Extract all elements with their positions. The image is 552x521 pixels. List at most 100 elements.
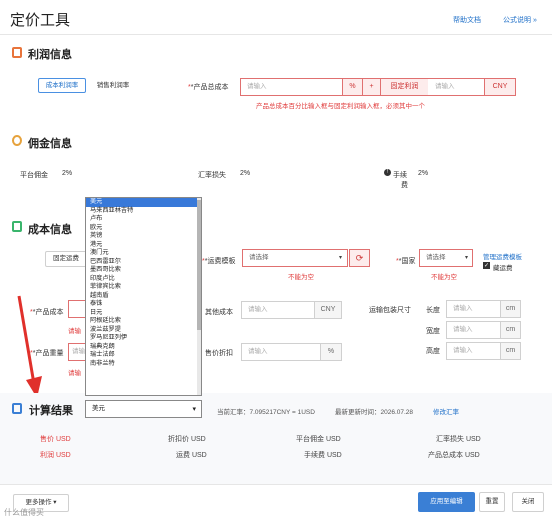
include-freight-checkbox[interactable]: ✓ <box>483 262 490 269</box>
other-cost-cny-addon: CNY <box>314 302 341 318</box>
commission-icon <box>12 135 22 146</box>
fee-value: 2% <box>418 170 429 177</box>
platform-commission-label: 平台佣金 <box>20 172 48 179</box>
currency-option[interactable]: 罗马尼亚列伊 <box>86 334 201 343</box>
shipping-template-error: 不能为空 <box>288 274 314 281</box>
fx-loss-value: 2% <box>240 170 251 177</box>
country-select[interactable]: 请选择 ▾ <box>419 249 473 267</box>
result-total-cost-usd: 产品总成本 USD <box>428 452 480 459</box>
result-discount-price-usd: 折扣价 USD <box>168 436 206 443</box>
currency-option[interactable]: 马来西亚林吉特 <box>86 207 201 216</box>
total-cost-label: **产品总成本 <box>188 84 229 91</box>
fx-loss-label: 汇率损失 <box>198 172 226 179</box>
currency-option[interactable]: 印度卢比 <box>86 275 201 284</box>
currency-option[interactable]: 美元 <box>86 198 201 207</box>
help-docs-link[interactable]: 帮助文档 <box>453 15 481 25</box>
width-cm-addon: cm <box>500 322 520 338</box>
other-cost-input[interactable]: 请输入 CNY <box>241 301 342 319</box>
product-weight-error: 请输 <box>68 370 81 377</box>
manage-shipping-template-link[interactable]: 管理运费模板 <box>483 251 522 261</box>
currency-option[interactable]: 瑞典克朗 <box>86 343 201 352</box>
currency-option[interactable]: 英镑 <box>86 232 201 241</box>
currency-option[interactable]: 欧元 <box>86 224 201 233</box>
refresh-icon[interactable]: ⟳ <box>349 249 370 267</box>
result-profit-usd: 利润 USD <box>40 452 71 459</box>
result-platform-commission-usd: 平台佣金 USD <box>296 436 341 443</box>
width-input[interactable]: 请输入 cm <box>446 321 521 339</box>
cost-section-title: 成本信息 <box>28 224 72 236</box>
profit-section-title: 利润信息 <box>28 49 72 61</box>
total-cost-percent-input[interactable]: 请输入 <box>241 79 341 95</box>
chevron-down-icon: ▾ <box>338 255 342 261</box>
currency-option[interactable]: 巴西雷亚尔 <box>86 258 201 267</box>
apply-to-edit-button[interactable]: 应用至编辑 <box>418 492 475 512</box>
currency-option[interactable]: 瑞士法郎 <box>86 351 201 360</box>
country-label: **国家 <box>396 258 416 265</box>
platform-commission-value: 2% <box>62 170 73 177</box>
updated-time-text: 最新更新时间：2026.07.28 <box>335 409 414 416</box>
footer-divider <box>0 484 552 485</box>
currency-option[interactable]: 卢布 <box>86 215 201 224</box>
profit-icon <box>12 47 22 58</box>
currency-option[interactable]: 港元 <box>86 241 201 250</box>
discount-percent-addon: % <box>320 344 341 360</box>
info-icon[interactable]: ! <box>384 169 391 176</box>
currency-option[interactable]: 泰铢 <box>86 300 201 309</box>
package-size-label: 运输包装尺寸 <box>369 307 411 314</box>
cny-addon: CNY <box>484 79 515 95</box>
currency-option[interactable]: 南非兰特 <box>86 360 201 369</box>
arrow-annotation-icon <box>17 295 42 398</box>
formula-link[interactable]: 公式说明 » <box>503 15 537 25</box>
shipping-template-select[interactable]: 请选择 ▾ <box>242 249 348 267</box>
fixed-profit-addon: 固定利润 <box>380 79 428 95</box>
currency-option[interactable]: 墨西哥比索 <box>86 266 201 275</box>
height-label: 高度 <box>426 348 440 355</box>
currency-option[interactable]: 阿根廷比索 <box>86 317 201 326</box>
cost-icon <box>12 221 22 232</box>
plus-addon: + <box>362 79 380 95</box>
length-label: 长度 <box>426 307 440 314</box>
total-cost-group: 请输入 % + 固定利润 请输入 CNY <box>240 78 516 96</box>
length-cm-addon: cm <box>500 301 520 317</box>
profit-error-message: 产品总成本百分比输入框与固定利润输入框，必须其中一个 <box>256 103 425 110</box>
commission-section-title: 佣金信息 <box>28 138 72 150</box>
currency-select[interactable]: 美元 ▾ <box>85 400 202 418</box>
result-fee-usd: 手续费 USD <box>304 452 342 459</box>
fixed-profit-input[interactable]: 请输入 <box>429 79 484 95</box>
height-cm-addon: cm <box>500 343 520 359</box>
result-fx-loss-usd: 汇率损失 USD <box>436 436 481 443</box>
reset-button[interactable]: 重置 <box>479 492 505 512</box>
result-price-usd: 售价 USD <box>40 436 71 443</box>
length-input[interactable]: 请输入 cm <box>446 300 521 318</box>
close-button[interactable]: 关闭 <box>512 492 544 512</box>
watermark: 什么值得买 <box>4 508 44 517</box>
currency-option[interactable]: 波兰兹罗提 <box>86 326 201 335</box>
shipping-template-label: **运费模板 <box>202 258 236 265</box>
fee-label: 手续费 <box>393 172 408 189</box>
currency-option[interactable]: 日元 <box>86 309 201 318</box>
currency-option[interactable]: 越南盾 <box>86 292 201 301</box>
width-label: 宽度 <box>426 328 440 335</box>
result-shipping-usd: 运费 USD <box>176 452 207 459</box>
result-section-title: 计算结果 <box>29 405 73 417</box>
page-title: 定价工具 <box>10 12 71 29</box>
tab-sales-profit-rate[interactable]: 销售利润率 <box>88 78 138 93</box>
height-input[interactable]: 请输入 cm <box>446 342 521 360</box>
dropdown-scroll-thumb[interactable] <box>197 200 201 330</box>
currency-dropdown-list[interactable]: 美元 马来西亚林吉特 卢布 欧元 英镑 港元 澳门元 巴西雷亚尔 墨西哥比索 印度卢比 菲律宾比索越… <box>85 197 202 396</box>
result-icon <box>12 403 22 414</box>
fixed-shipping-button[interactable]: 固定运费 <box>45 251 87 267</box>
chevron-down-icon: ▾ <box>192 406 196 413</box>
product-cost-error: 请输 <box>68 328 81 335</box>
currency-option[interactable]: 菲律宾比索 <box>86 283 201 292</box>
include-freight-label: 藏运费 <box>493 265 513 272</box>
other-cost-label: 其他成本 <box>205 309 233 316</box>
modify-rate-link[interactable]: 修改汇率 <box>433 406 459 416</box>
currency-option[interactable]: 澳门元 <box>86 249 201 258</box>
percent-addon: % <box>342 79 362 95</box>
exchange-rate-text: 当前汇率：7.095217CNY = 1USD <box>217 409 315 416</box>
country-error: 不能为空 <box>431 274 457 281</box>
tab-cost-profit-rate[interactable]: 成本利润率 <box>38 78 86 93</box>
header-divider <box>0 34 552 35</box>
discount-input[interactable]: 请输入 % <box>241 343 342 361</box>
